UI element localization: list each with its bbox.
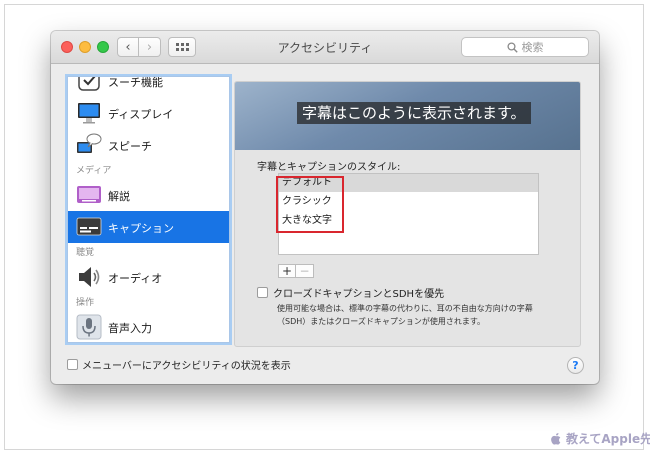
- sidebar-item-captions[interactable]: キャプション: [68, 211, 229, 243]
- sidebar-item-label: キャプション: [108, 222, 174, 235]
- sidebar-group-hearing: 聴覚: [76, 248, 95, 258]
- search-icon: [506, 41, 518, 53]
- speech-icon: [77, 133, 102, 153]
- microphone-icon: [76, 314, 102, 340]
- remove-style-button[interactable]: −: [296, 264, 314, 278]
- descriptions-icon: [77, 186, 101, 203]
- captions-panel: 字幕はこのように表示されます。 字幕とキャプションのスタイル: デフォルト クラ…: [234, 81, 581, 347]
- sidebar-group-interaction: 操作: [76, 298, 95, 308]
- display-icon: [78, 103, 100, 124]
- search-field[interactable]: 検索: [461, 37, 589, 57]
- style-item-default[interactable]: デフォルト: [279, 174, 538, 192]
- sidebar-item-audio[interactable]: オーディオ: [68, 261, 229, 293]
- apple-logo-icon: [551, 432, 561, 445]
- sidebar-group-media: メディア: [76, 166, 112, 176]
- sidebar-item-label: 音声入力: [108, 322, 152, 335]
- sidebar-item-label: ディスプレイ: [108, 108, 174, 121]
- switch-control-icon: [78, 77, 100, 91]
- sidebar-item-switch-control[interactable]: スーチ機能: [68, 76, 229, 97]
- sidebar-item-label: 解説: [108, 190, 130, 203]
- sidebar-item-display[interactable]: ディスプレイ: [68, 97, 229, 129]
- preferences-window: ‹ › アクセシビリティ 検索 スーチ機能 ディスプレイ スピーチ メディア 解…: [51, 31, 599, 384]
- sdh-label: クローズドキャプションとSDHを優先: [273, 289, 445, 300]
- watermark: 教えてApple先生: [549, 430, 650, 447]
- style-item-classic[interactable]: クラシック: [279, 193, 538, 211]
- sidebar-item-descriptions[interactable]: 解説: [68, 179, 229, 211]
- sdh-checkbox[interactable]: [257, 287, 268, 298]
- caption-preview: 字幕はこのように表示されます。: [235, 82, 580, 150]
- captions-icon: [76, 217, 102, 236]
- sidebar-item-dictation[interactable]: 音声入力: [68, 311, 229, 342]
- sidebar[interactable]: スーチ機能 ディスプレイ スピーチ メディア 解説 キャプション 聴覚 オーディ…: [67, 76, 230, 343]
- title-bar: ‹ › アクセシビリティ 検索: [51, 31, 599, 64]
- add-style-button[interactable]: +: [278, 264, 296, 278]
- sidebar-item-label: スピーチ: [108, 140, 152, 153]
- menu-bar-status-label: メニューバーにアクセシビリティの状況を表示: [82, 361, 291, 372]
- sdh-description: 使用可能な場合は、標準の字幕の代わりに、耳の不自由な方向けの字幕（SDH）または…: [277, 304, 533, 326]
- menu-bar-status-checkbox[interactable]: [67, 359, 78, 370]
- styles-label: 字幕とキャプションのスタイル:: [257, 162, 401, 173]
- preview-caption-text: 字幕はこのように表示されます。: [297, 102, 531, 124]
- search-placeholder: 検索: [521, 41, 544, 54]
- caption-style-list[interactable]: デフォルト クラシック 大きな文字: [278, 173, 539, 255]
- watermark-text: 教えてApple先生: [566, 432, 650, 446]
- sidebar-item-label: オーディオ: [108, 272, 163, 285]
- sidebar-item-label: スーチ機能: [108, 76, 163, 89]
- help-button[interactable]: ?: [567, 357, 584, 374]
- sidebar-item-speech[interactable]: スピーチ: [68, 129, 229, 161]
- style-item-large-text[interactable]: 大きな文字: [279, 212, 538, 230]
- audio-speaker-icon: [79, 267, 100, 287]
